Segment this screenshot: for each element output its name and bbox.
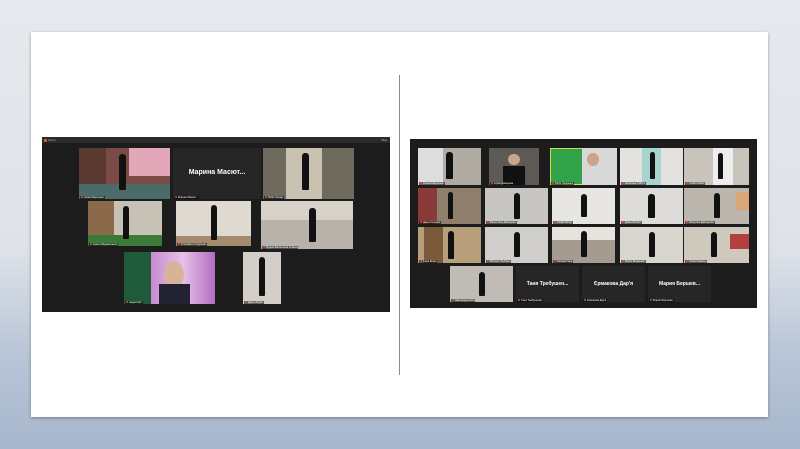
participant-tile[interactable]: Єлизавета Гордієнко — [176, 201, 251, 246]
dancer — [580, 231, 587, 258]
participant-name: Юліана Гора — [553, 259, 574, 263]
dancer — [308, 208, 317, 242]
participant-tile[interactable]: Софія Бойко — [684, 148, 749, 185]
participant-tile[interactable]: Олена Мартинюк — [418, 148, 481, 185]
dancer — [711, 232, 718, 258]
participant-name: Мария Бершева — [649, 298, 674, 302]
participant-tile[interactable]: Аліна Давидова — [489, 148, 539, 185]
participant-tile[interactable]: Дарья Гридюк — [418, 188, 481, 224]
participant-display-name: Таня Требушен... — [526, 281, 569, 288]
participant-tile[interactable]: Таня Требушен... Таня Требушенко — [516, 266, 579, 302]
dancer — [478, 271, 485, 296]
participant-name: Дарья Гридюк — [419, 220, 441, 224]
participant-tile[interactable]: Будько Валентина Іллівна — [261, 201, 353, 249]
dancer — [648, 232, 655, 258]
participant-name: Надія Кріб — [125, 300, 143, 304]
participant-tile-active-speaker[interactable]: Юлія Гордієнко — [550, 148, 617, 185]
zoom-window-left: Zoom Вид Аліна Мартинюк Марина Масют... … — [42, 137, 390, 312]
participant-name: Дарья Бурко — [244, 300, 265, 304]
participant-tile[interactable]: Діана Мухіна — [620, 188, 683, 224]
participant-tile[interactable]: Мария Бершев... Мария Бершева — [648, 266, 711, 302]
participant-tile[interactable]: Аліна Мартинюк — [79, 148, 170, 199]
participant-name: Будько Валентина Іллівна — [262, 245, 299, 249]
participant-name: Олена Мартинюк — [419, 181, 445, 185]
participant-tile[interactable]: Марина Масют... Марина Масют... — [173, 148, 261, 199]
participant-tile[interactable]: Катерина Давиденко — [684, 188, 749, 224]
dancer — [513, 232, 520, 258]
participant-tile-active-speaker[interactable]: Надія Кріб — [124, 252, 215, 304]
participant-tile[interactable]: Завгородня Каті — [450, 266, 513, 302]
zoom-logo-icon — [44, 138, 47, 142]
participant-name: Катерина Грабук — [621, 181, 646, 185]
zoom-window-right: Олена Мартинюк Аліна Давидова Юлія Горді… — [410, 139, 757, 308]
participant-name: Завгородня Каті — [451, 298, 476, 302]
participant-name: Єрмакова Дар'я — [583, 298, 608, 302]
participant-name: Марина Масют... — [174, 195, 199, 199]
participant-name: Соня Білик — [419, 259, 438, 263]
dancer — [119, 154, 127, 190]
participant-display-name: Марина Масют... — [188, 169, 246, 177]
dancer — [302, 153, 310, 190]
participant-display-name: Мария Бершев... — [658, 281, 701, 288]
participant-name: Софія Білик — [553, 220, 573, 224]
dancer — [210, 204, 217, 240]
dancer — [649, 152, 655, 180]
participant-tile[interactable]: Дарья Бурко — [243, 252, 281, 304]
presentation-slide: Zoom Вид Аліна Мартинюк Марина Масют... … — [31, 32, 768, 417]
dancer — [447, 191, 454, 219]
dancer — [122, 205, 129, 240]
participant-face — [508, 153, 520, 166]
title-bar: Zoom Вид — [42, 137, 390, 143]
participant-name: Єлизавета Гордієнко — [177, 242, 207, 246]
participant-tile[interactable]: Вікторія Трубник — [485, 227, 548, 263]
dancer — [580, 194, 587, 217]
participant-name: Аліна Мартинюк — [80, 195, 105, 199]
dancer — [717, 153, 723, 180]
participant-name: Аліна Давидова — [490, 181, 515, 185]
participant-name: Катерина Давиденко — [685, 220, 716, 224]
participant-name: Юлія Гончар — [264, 195, 285, 199]
participant-tile[interactable]: Соня Білик — [418, 227, 481, 263]
view-menu[interactable]: Вид — [382, 137, 387, 143]
participant-display-name: Єрмакова Дар'я — [593, 281, 634, 288]
dancer — [647, 193, 655, 218]
dancer — [713, 193, 720, 219]
participant-tile[interactable]: Юліана Гора — [552, 227, 615, 263]
participant-name: Таня Требушенко — [517, 298, 544, 302]
dancer — [448, 230, 454, 260]
participant-name: Вікторія Трубник — [486, 259, 511, 263]
participant-tile[interactable]: Марія Бінаренко — [620, 227, 683, 263]
dancer — [446, 151, 453, 180]
participant-tile[interactable]: Ірина Гайдамаченко — [88, 201, 162, 246]
participant-name: Софія Бойко — [685, 181, 706, 185]
participant-tile[interactable]: Юлія Гончар — [263, 148, 354, 199]
slide-divider — [399, 75, 400, 375]
dancer — [513, 193, 520, 219]
participant-tile[interactable]: Софія Білик — [552, 188, 615, 224]
participant-name: Марія Бінаренко — [621, 259, 646, 263]
participant-tile[interactable]: Валентина Давидова — [485, 188, 548, 224]
participant-name: Юлія Гордієнко — [551, 181, 575, 185]
participant-tile[interactable]: Єрмакова Дар'я Єрмакова Дар'я — [582, 266, 645, 302]
window-title: Zoom — [48, 138, 56, 142]
participant-name: Діана Мухіна — [621, 220, 642, 224]
participant-name: Аліна Кравець — [685, 259, 708, 263]
participant-tile[interactable]: Катерина Грабук — [620, 148, 683, 185]
participant-name: Ірина Гайдамаченко — [89, 242, 119, 246]
participant-name: Валентина Давидова — [486, 220, 517, 224]
dancer — [258, 257, 266, 297]
participant-tile[interactable]: Аліна Кравець — [684, 227, 749, 263]
